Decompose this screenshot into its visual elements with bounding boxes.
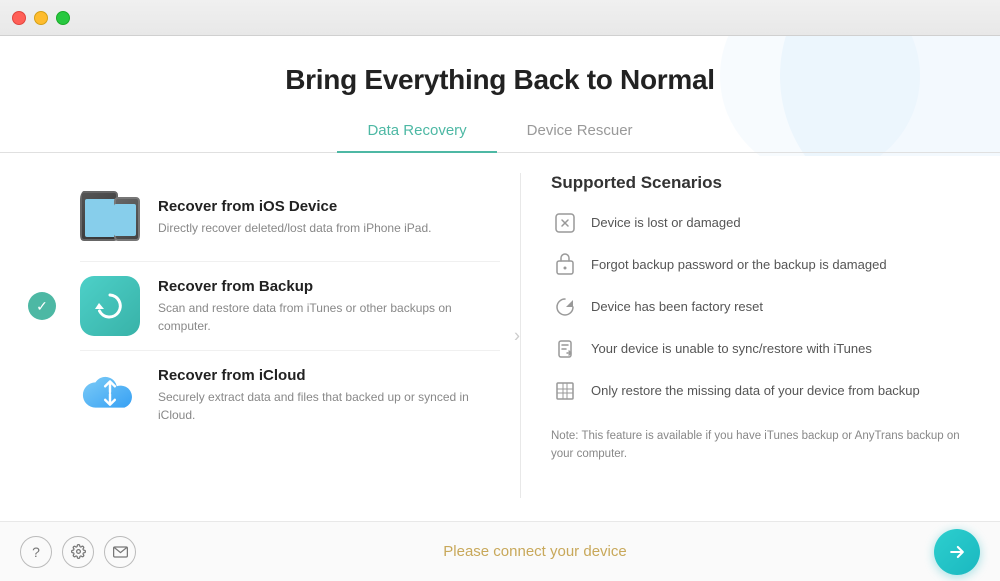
factory-reset-icon <box>551 293 579 321</box>
close-button[interactable] <box>12 11 26 25</box>
maximize-button[interactable] <box>56 11 70 25</box>
backup-title: Recover from Backup <box>158 278 500 295</box>
scenario-forgot-password-text: Forgot backup password or the backup is … <box>591 251 887 275</box>
scenario-lost-damaged: Device is lost or damaged <box>551 209 970 237</box>
icloud-text: Recover from iCloud Securely extract dat… <box>158 367 500 424</box>
option-ios-device[interactable]: Recover from iOS Device Directly recover… <box>80 173 500 261</box>
next-button[interactable] <box>934 529 980 575</box>
bottom-bar: ? Please connect your device <box>0 521 1000 581</box>
app-header: Bring Everything Back to Normal <box>0 36 1000 96</box>
left-panel: Recover from iOS Device Directly recover… <box>0 153 520 518</box>
main-content: Bring Everything Back to Normal Data Rec… <box>0 36 1000 521</box>
lost-damaged-icon <box>551 209 579 237</box>
panel-arrow-icon: › <box>514 325 520 346</box>
backup-desc: Scan and restore data from iTunes or oth… <box>158 299 500 335</box>
scenario-forgot-password: Forgot backup password or the backup is … <box>551 251 970 279</box>
right-panel: Supported Scenarios Device is lost or da… <box>521 153 1000 518</box>
email-button[interactable] <box>104 536 136 568</box>
backup-icon <box>80 276 140 336</box>
status-text: Please connect your device <box>136 543 934 560</box>
scenario-restore-missing-text: Only restore the missing data of your de… <box>591 377 920 401</box>
minimize-button[interactable] <box>34 11 48 25</box>
option-backup[interactable]: ✓ Recover from Backup Scan and restore d… <box>80 261 500 350</box>
title-bar <box>0 0 1000 36</box>
forgot-password-icon <box>551 251 579 279</box>
note-text: Note: This feature is available if you h… <box>551 419 970 464</box>
tab-data-recovery[interactable]: Data Recovery <box>337 114 496 153</box>
sync-restore-icon <box>551 335 579 363</box>
restore-missing-icon <box>551 377 579 405</box>
ios-device-title: Recover from iOS Device <box>158 198 431 215</box>
icloud-icon <box>80 365 140 425</box>
tab-device-rescuer[interactable]: Device Rescuer <box>497 114 663 153</box>
scenario-sync-restore-text: Your device is unable to sync/restore wi… <box>591 335 872 359</box>
bottom-left-controls: ? <box>20 536 136 568</box>
backup-text: Recover from Backup Scan and restore dat… <box>158 278 500 335</box>
ios-device-text: Recover from iOS Device Directly recover… <box>158 198 431 237</box>
main-title: Bring Everything Back to Normal <box>0 64 1000 96</box>
scenario-restore-missing: Only restore the missing data of your de… <box>551 377 970 405</box>
scenarios-heading: Supported Scenarios <box>551 173 970 193</box>
scenario-factory-reset-text: Device has been factory reset <box>591 293 763 317</box>
body-area: Recover from iOS Device Directly recover… <box>0 153 1000 518</box>
scenario-sync-restore: Your device is unable to sync/restore wi… <box>551 335 970 363</box>
icloud-desc: Securely extract data and files that bac… <box>158 388 500 424</box>
tab-bar: Data Recovery Device Rescuer <box>0 114 1000 153</box>
icloud-title: Recover from iCloud <box>158 367 500 384</box>
ios-device-icon <box>80 187 140 247</box>
icloud-svg-icon <box>80 370 140 420</box>
scenario-factory-reset: Device has been factory reset <box>551 293 970 321</box>
settings-button[interactable] <box>62 536 94 568</box>
backup-svg-icon <box>93 289 127 323</box>
backup-check-icon: ✓ <box>28 292 56 320</box>
ios-device-desc: Directly recover deleted/lost data from … <box>158 219 431 237</box>
help-button[interactable]: ? <box>20 536 52 568</box>
scenario-lost-damaged-text: Device is lost or damaged <box>591 209 741 233</box>
option-icloud[interactable]: Recover from iCloud Securely extract dat… <box>80 350 500 439</box>
